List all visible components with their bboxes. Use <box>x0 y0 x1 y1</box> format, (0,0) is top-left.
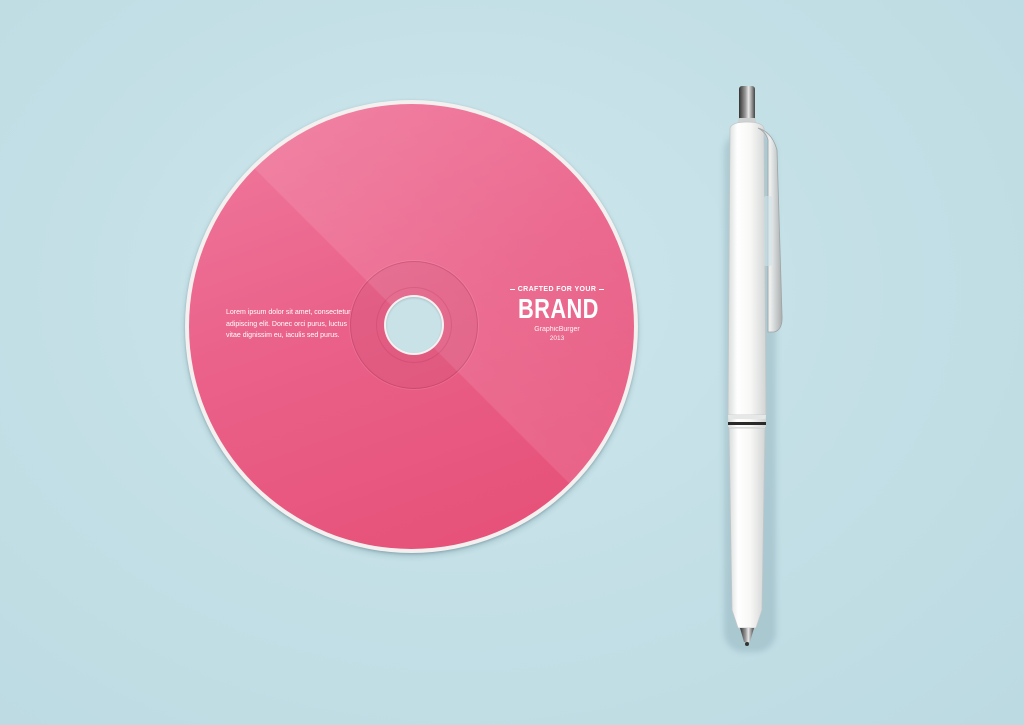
mockup-scene: Lorem ipsum dolor sit amet, consectetur … <box>0 0 1024 725</box>
tagline-dash-left <box>509 289 515 290</box>
brand-tagline: CRAFTED FOR YOUR <box>507 286 607 293</box>
brand-name: BRAND <box>518 293 599 324</box>
compact-disc: Lorem ipsum dolor sit amet, consectetur … <box>185 100 638 553</box>
brand-year: 2013 <box>549 335 565 342</box>
brand-subtitle: GraphicBurger <box>534 326 580 333</box>
tagline-dash-right <box>599 289 605 290</box>
cd-body-text: Lorem ipsum dolor sit amet, consectetur … <box>226 309 351 339</box>
cd-center-hole <box>386 297 442 353</box>
tagline-text: CRAFTED FOR YOUR <box>517 286 597 293</box>
brand-logo: CRAFTED FOR YOUR BRAND GraphicBurger 201… <box>507 286 607 342</box>
pen-drawing <box>727 86 783 646</box>
ballpoint-pen-icon <box>702 80 792 652</box>
cd-label: Lorem ipsum dolor sit amet, consectetur … <box>189 104 634 549</box>
